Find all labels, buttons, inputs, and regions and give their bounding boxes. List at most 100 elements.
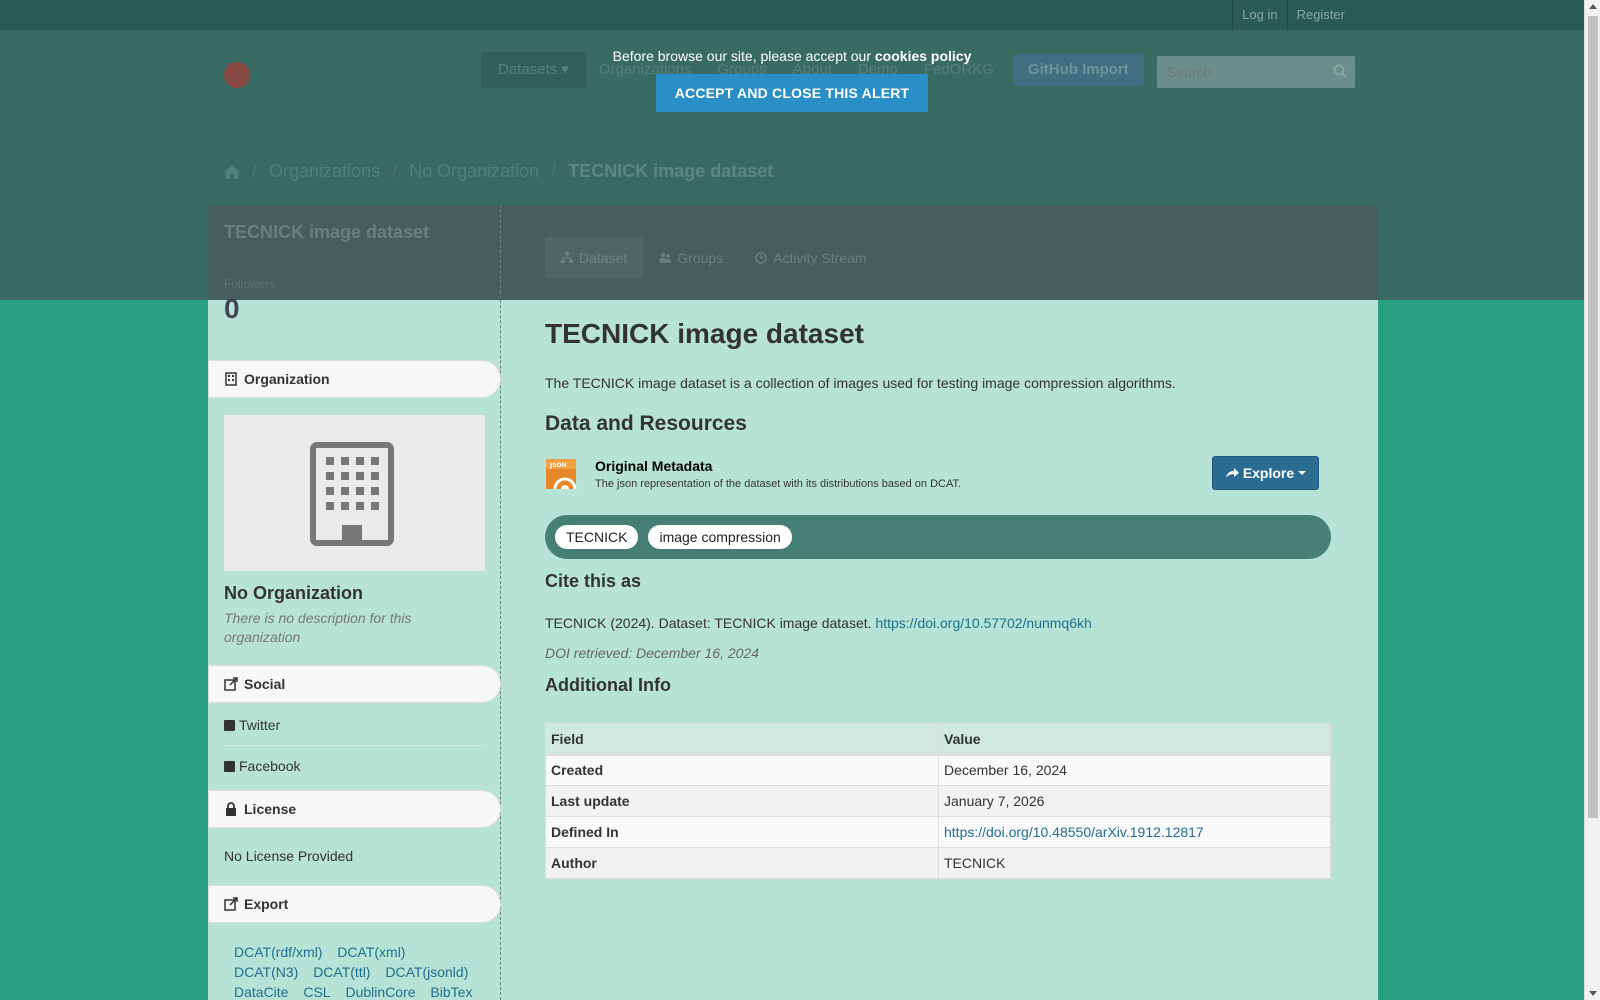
svg-text:JSON: JSON [549,462,567,469]
dataset-description: The TECNICK image dataset is a collectio… [545,375,1176,391]
breadcrumb-organizations[interactable]: Organizations [269,161,380,182]
tab-dataset[interactable]: Dataset [545,237,644,278]
breadcrumb-no-organization[interactable]: No Organization [409,161,539,182]
organization-heading-label: Organization [244,371,330,387]
scroll-up-icon[interactable] [1589,4,1597,9]
tab-groups[interactable]: Groups [643,237,739,278]
export-link[interactable]: DCAT(N3) [234,964,298,980]
followers-label: Followers [224,277,276,291]
export-link[interactable]: DCAT(jsonld) [385,964,468,980]
tag[interactable]: TECNICK [555,525,639,549]
field-cell: Created [545,754,939,786]
breadcrumb-separator: / [392,161,398,181]
value-cell: TECNICK [938,847,1331,879]
license-heading-label: License [244,801,297,817]
login-link[interactable]: Log in [1232,0,1286,30]
export-link[interactable]: DCAT(rdf/xml) [234,944,322,960]
scrollbar[interactable] [1584,0,1600,1000]
citation-doi-link[interactable]: https://doi.org/10.57702/nunmq6kh [875,615,1091,631]
breadcrumb-current[interactable]: TECNICK image dataset [568,161,773,182]
nav-datasets[interactable]: Datasets ▾ [481,52,586,88]
export-heading-label: Export [244,896,289,912]
column-header: Field [545,723,939,756]
accept-cookies-button[interactable]: ACCEPT AND CLOSE THIS ALERT [655,74,929,112]
column-header: Value [938,723,1331,756]
twitter-label: Twitter [239,717,281,733]
followers-count: 0 [224,293,240,324]
export-link[interactable]: BibTex [430,984,472,1000]
facebook-link[interactable]: Facebook [224,758,300,774]
lock-icon [226,802,236,816]
facebook-label: Facebook [239,758,301,774]
tab-activity-label: Activity Stream [773,249,867,266]
breadcrumb: / Organizations / No Organization / TECN… [224,161,773,182]
value-cell: December 16, 2024 [938,754,1331,786]
explore-button[interactable]: Explore [1212,456,1319,490]
table-row: Author TECNICK [545,847,1331,879]
logo-mark-icon [224,62,250,88]
cookie-alert: Before browse our site, please accept ou… [600,48,984,112]
additional-info-heading: Additional Info [545,675,671,695]
breadcrumb-separator: / [252,161,258,181]
organization-image[interactable] [224,415,485,571]
defined-in-link[interactable]: https://doi.org/10.48550/arXiv.1912.1281… [944,824,1204,840]
export-link[interactable]: DublinCore [345,984,415,1000]
cookie-policy-link[interactable]: cookies policy [875,48,971,64]
field-cell: Author [545,847,939,879]
breadcrumb-separator: / [551,161,557,181]
resource-name[interactable]: Original Metadata [595,458,712,474]
citation-text: TECNICK (2024). Dataset: TECNICK image d… [545,615,876,631]
tab-dataset-label: Dataset [579,249,628,266]
field-cell: Last update [545,785,939,817]
license-heading: License [208,790,501,828]
twitter-icon [224,719,235,731]
register-link[interactable]: Register [1286,0,1354,30]
share-icon [224,897,238,911]
chevron-down-icon [1298,471,1307,475]
site-logo[interactable] [224,52,374,107]
value-cell: https://doi.org/10.48550/arXiv.1912.1281… [938,816,1331,848]
export-link[interactable]: DCAT(ttl) [313,964,370,980]
organization-name[interactable]: No Organization [224,583,363,604]
field-cell: Defined In [545,816,939,848]
json-file-icon: JSON [546,459,577,490]
scroll-down-icon[interactable] [1589,991,1597,996]
sidebar: TECNICK image dataset Followers 0 Organi… [208,205,501,1000]
home-icon[interactable] [224,164,240,179]
doi-retrieved: DOI retrieved: December 16, 2024 [545,645,759,661]
tag-list: TECNICK image compression [545,515,1331,559]
github-import-button[interactable]: GitHub Import [1012,54,1144,86]
sitemap-icon [561,251,573,263]
tab-activity-stream[interactable]: Activity Stream [739,237,882,278]
facebook-icon [224,760,235,772]
search-icon[interactable] [1333,64,1347,78]
export-link[interactable]: DCAT(xml) [337,944,405,960]
organization-heading: Organization [208,360,501,398]
building-icon [225,372,237,386]
license-text: No License Provided [224,848,354,864]
search-input[interactable] [1157,56,1327,88]
export-link[interactable]: DataCite [234,984,288,1000]
search-box [1157,56,1355,88]
export-link[interactable]: CSL [303,984,330,1000]
resources-heading: Data and Resources [545,412,747,435]
clock-icon [755,251,767,264]
dataset-title: TECNICK image dataset [545,318,864,349]
explore-label: Explore [1242,465,1295,481]
share-icon [224,677,238,691]
social-heading-label: Social [244,676,286,692]
value-cell: January 7, 2026 [938,785,1331,817]
citation: TECNICK (2024). Dataset: TECNICK image d… [545,615,1092,631]
nav-datasets-label: Datasets [498,61,558,78]
export-links: DCAT(rdf/xml) DCAT(xml) DCAT(N3) DCAT(tt… [234,942,489,1000]
content-wrapper: TECNICK image dataset Followers 0 Organi… [208,205,1378,1000]
account-links: Log in Register [1232,0,1354,30]
cite-heading: Cite this as [545,571,642,591]
scrollbar-thumb[interactable] [1588,16,1598,818]
twitter-link[interactable]: Twitter [224,717,280,733]
tag[interactable]: image compression [648,525,792,549]
building-placeholder-icon [310,442,394,546]
share-arrow-icon [1225,468,1239,478]
cookie-message: Before browse our site, please accept ou… [600,48,984,64]
cookie-text: Before browse our site, please accept ou… [612,48,875,64]
